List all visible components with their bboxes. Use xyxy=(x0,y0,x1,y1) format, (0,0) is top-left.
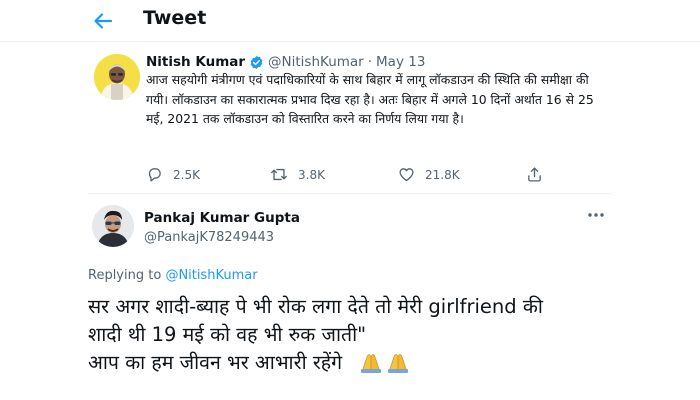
page-title: Tweet xyxy=(143,7,207,29)
pankaj-kumar-gupta-avatar[interactable] xyxy=(92,205,134,247)
reply-text-line: आप का हम जीवन भर आभारी रहेंगे xyxy=(88,351,343,374)
tweet-actions: 2.5K 3.8K 21.8K xyxy=(146,166,566,186)
reply-text-line: शादी थी 19 मई को वह भी रुक जाती" xyxy=(88,323,367,346)
verified-badge-icon xyxy=(249,55,264,70)
retweet-action[interactable]: 3.8K xyxy=(270,166,325,183)
back-arrow-icon xyxy=(94,13,113,29)
reply-text-line-last: आप का हम जीवन भर आभारी रहेंगे xyxy=(88,349,616,381)
tweet-text: आज सहयोगी मंत्रीगण एवं पदाधिकारियों के स… xyxy=(146,72,594,126)
meta-separator: · xyxy=(367,54,373,70)
like-count: 21.8K xyxy=(425,167,460,182)
replying-to-link[interactable]: @NitishKumar xyxy=(165,268,257,283)
top-header: Tweet xyxy=(0,0,700,42)
reply-author-handle[interactable]: @PankajK78249443 xyxy=(144,230,274,245)
back-button[interactable] xyxy=(88,6,118,36)
reply-tweet[interactable]: Pankaj Kumar Gupta @PankajK78249443 Repl… xyxy=(88,195,612,400)
retweet-icon xyxy=(271,168,287,181)
share-action[interactable] xyxy=(526,166,553,183)
tweet-author: Nitish Kumar @NitishKumar · May 13 xyxy=(146,54,425,70)
author-name[interactable]: Nitish Kumar xyxy=(146,54,245,70)
reply-icon xyxy=(148,168,161,182)
avatar-portrait xyxy=(94,54,140,100)
avatar-portrait xyxy=(92,205,134,247)
nitish-kumar-avatar[interactable] xyxy=(94,54,140,100)
folded-hands-emoji xyxy=(358,349,410,381)
reply-text: सर अगर शादी-ब्याह पे भी रोक लगा देते तो … xyxy=(88,293,616,381)
more-icon xyxy=(588,213,604,217)
more-options-button[interactable] xyxy=(584,205,608,225)
replying-to-line: Replying to @NitishKumar xyxy=(88,268,258,283)
author-handle[interactable]: @NitishKumar xyxy=(268,54,364,70)
reply-author-name[interactable]: Pankaj Kumar Gupta xyxy=(144,210,300,226)
replying-to-label: Replying to xyxy=(88,268,162,283)
retweet-count: 3.8K xyxy=(298,167,325,182)
like-icon xyxy=(399,168,414,182)
reply-count: 2.5K xyxy=(173,167,200,182)
reply-text-line: सर अगर शादी-ब्याह पे भी रोक लगा देते तो … xyxy=(88,295,543,318)
reply-action[interactable]: 2.5K xyxy=(146,166,200,183)
share-icon xyxy=(528,167,541,182)
tweet-date[interactable]: May 13 xyxy=(376,54,425,70)
main-tweet[interactable]: Nitish Kumar @NitishKumar · May 13 आज सह… xyxy=(88,42,612,194)
like-action[interactable]: 21.8K xyxy=(398,166,460,183)
